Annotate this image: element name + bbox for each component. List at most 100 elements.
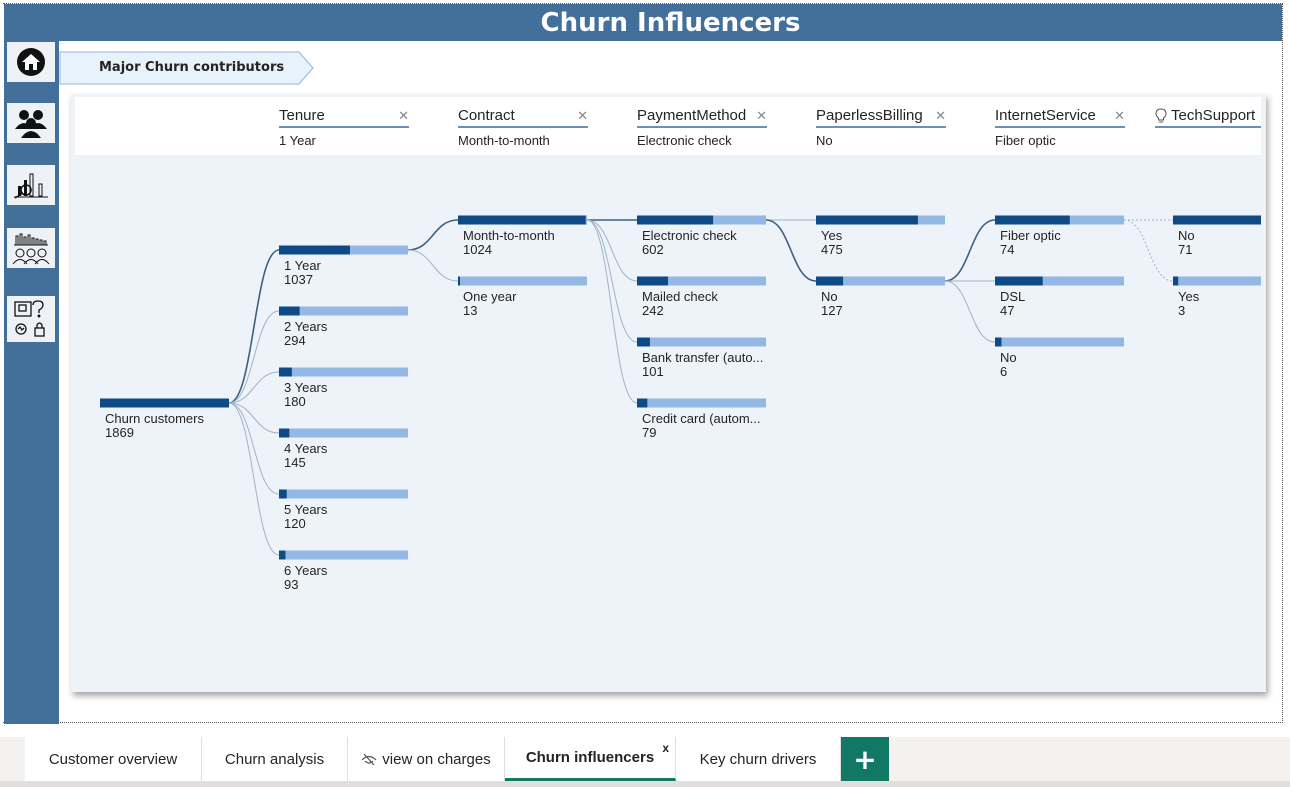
node-category: 1 Year xyxy=(284,259,321,273)
root-node-bar[interactable] xyxy=(100,398,229,408)
node-category: Month-to-month xyxy=(463,229,555,243)
hidden-eye-icon xyxy=(361,753,377,766)
tree-link xyxy=(228,249,280,404)
level1-node-5-bar[interactable] xyxy=(279,550,286,560)
node-category: 3 Years xyxy=(284,381,328,395)
level4-node-0-bar[interactable] xyxy=(816,215,918,225)
level3-node-2-bar[interactable] xyxy=(637,337,650,347)
level1-node-5-label: 6 Years 93 xyxy=(284,564,412,592)
level5-node-2-label: No 6 xyxy=(1000,351,1128,379)
close-tab-icon[interactable]: x xyxy=(662,741,669,755)
node-value: 475 xyxy=(821,242,843,257)
level2-node-1-bar-track[interactable] xyxy=(458,276,587,286)
node-category: One year xyxy=(463,290,517,304)
level1-node-4-bar-track[interactable] xyxy=(279,489,408,499)
level5-node-0-bar[interactable] xyxy=(995,215,1070,225)
level1-node-0-bar[interactable] xyxy=(279,245,350,255)
node-value: 1024 xyxy=(463,242,492,257)
tree-connectors xyxy=(100,215,1261,560)
tree-link xyxy=(586,219,638,404)
level1-node-1-bar[interactable] xyxy=(279,306,300,316)
level1-node-2-bar-track[interactable] xyxy=(279,367,408,377)
level3-node-3-label: Credit card (autom... 79 xyxy=(642,412,770,440)
level3-node-1-label: Mailed check 242 xyxy=(642,290,770,318)
level1-node-3-label: 4 Years 145 xyxy=(284,442,412,470)
tab-label: view on charges xyxy=(382,750,491,768)
level5-node-2-bar[interactable] xyxy=(995,337,1002,347)
node-value: 1037 xyxy=(284,272,313,287)
level1-node-4-bar[interactable] xyxy=(279,489,287,499)
node-category: 4 Years xyxy=(284,442,328,456)
node-category: 5 Years xyxy=(284,503,328,517)
level3-node-0-bar[interactable] xyxy=(637,215,714,225)
tree-link xyxy=(944,219,996,282)
node-value: 242 xyxy=(642,303,664,318)
node-category: Yes xyxy=(1178,290,1200,304)
level3-node-2-bar-track[interactable] xyxy=(637,337,766,347)
level4-node-1-label: No 127 xyxy=(821,290,949,318)
level3-node-3-bar[interactable] xyxy=(637,398,648,408)
node-value: 602 xyxy=(642,242,664,257)
node-category: 6 Years xyxy=(284,564,328,578)
node-value: 145 xyxy=(284,455,306,470)
level5-node-1-bar[interactable] xyxy=(995,276,1043,286)
tab-churn-influencers[interactable]: Churn influencers x xyxy=(505,737,676,781)
level2-node-1-label: One year 13 xyxy=(463,290,591,318)
node-category: No xyxy=(821,290,838,304)
level6-node-1-bar[interactable] xyxy=(1173,276,1179,286)
tab-key-churn-drivers[interactable]: Key churn drivers xyxy=(676,737,841,781)
node-category: No xyxy=(1000,351,1017,365)
tab-customer-overview[interactable]: Customer overview xyxy=(25,737,202,781)
tree-link xyxy=(586,219,638,282)
node-category: 2 Years xyxy=(284,320,328,334)
node-category: Credit card (autom... xyxy=(642,412,761,426)
node-value: 79 xyxy=(642,425,657,440)
level6-node-0-label: No 71 xyxy=(1178,229,1290,257)
node-category: Fiber optic xyxy=(1000,229,1061,243)
node-value: 180 xyxy=(284,394,306,409)
tab-label: Churn analysis xyxy=(224,750,325,768)
node-value: 127 xyxy=(821,303,843,318)
level6-node-0-bar[interactable] xyxy=(1173,215,1261,225)
tree-link xyxy=(228,402,280,556)
level1-node-0-label: 1 Year 1037 xyxy=(284,259,412,287)
level1-node-3-bar-track[interactable] xyxy=(279,428,408,438)
level2-node-0-bar[interactable] xyxy=(458,215,586,225)
node-value: 6 xyxy=(1000,364,1008,379)
level3-node-2-label: Bank transfer (auto... 101 xyxy=(642,351,770,379)
tree-link xyxy=(765,219,817,282)
tab-view-on-charges[interactable]: view on charges xyxy=(348,737,505,781)
level1-node-1-label: 2 Years 294 xyxy=(284,320,412,348)
level6-node-1-label: Yes 3 xyxy=(1178,290,1290,318)
level5-node-1-label: DSL 47 xyxy=(1000,290,1128,318)
level2-node-1-bar[interactable] xyxy=(458,276,460,286)
node-value: 93 xyxy=(284,577,299,592)
tree-link xyxy=(407,219,459,251)
level5-node-2-bar-track[interactable] xyxy=(995,337,1124,347)
level1-node-3-bar[interactable] xyxy=(279,428,290,438)
node-category: DSL xyxy=(1000,290,1026,304)
tab-churn-analysis[interactable]: Churn analysis xyxy=(202,737,348,781)
level1-node-5-bar-track[interactable] xyxy=(279,550,408,560)
add-page-button[interactable]: + xyxy=(841,737,889,781)
level6-node-1-bar-track[interactable] xyxy=(1173,276,1261,286)
level2-node-0-label: Month-to-month 1024 xyxy=(463,229,591,257)
level3-node-0-label: Electronic check 602 xyxy=(642,229,770,257)
node-category: Mailed check xyxy=(642,290,718,304)
level1-node-2-label: 3 Years 180 xyxy=(284,381,412,409)
tabs-bottom-strip xyxy=(0,781,1290,787)
tree-link xyxy=(586,219,638,343)
tab-label: Churn influencers xyxy=(525,749,655,766)
node-category: Churn customers xyxy=(105,412,204,426)
level1-node-4-label: 5 Years 120 xyxy=(284,503,412,531)
node-value: 1869 xyxy=(105,425,134,440)
level1-node-2-bar[interactable] xyxy=(279,367,292,377)
root-node-label: Churn customers 1869 xyxy=(105,412,233,440)
level3-node-3-bar-track[interactable] xyxy=(637,398,766,408)
tab-label: Key churn drivers xyxy=(699,750,817,768)
node-value: 294 xyxy=(284,333,306,348)
level4-node-1-bar[interactable] xyxy=(816,276,844,286)
node-category: No xyxy=(1178,229,1195,243)
level3-node-1-bar[interactable] xyxy=(637,276,668,286)
node-value: 120 xyxy=(284,516,306,531)
